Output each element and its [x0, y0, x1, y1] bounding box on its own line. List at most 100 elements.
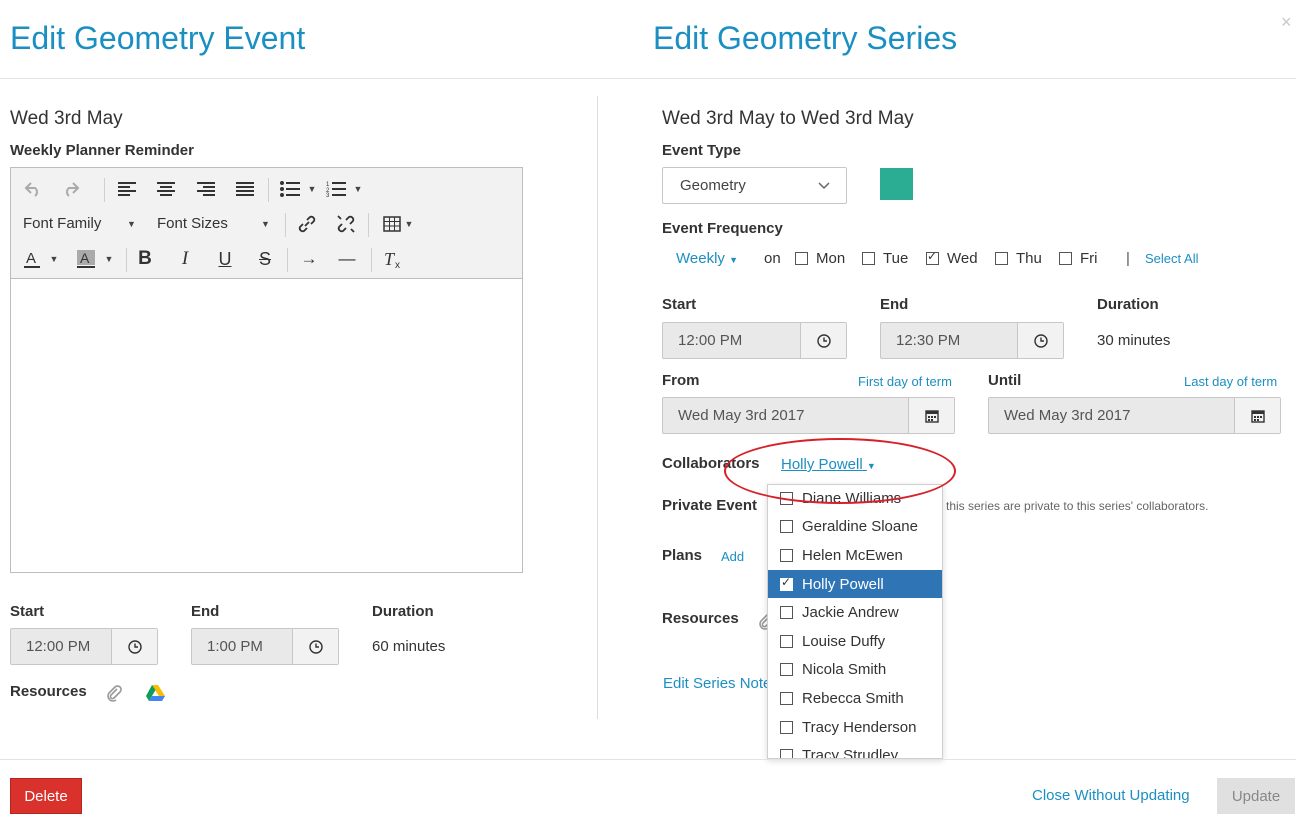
series-start-time-input[interactable]: 12:00 PM: [662, 322, 847, 359]
delete-button[interactable]: Delete: [10, 778, 82, 814]
series-end-time-value[interactable]: 12:30 PM: [881, 323, 1017, 358]
from-date-input[interactable]: Wed May 3rd 2017: [662, 397, 955, 434]
end-time-input[interactable]: 1:00 PM: [191, 628, 339, 665]
font-sizes-dropdown[interactable]: Font Sizes: [157, 215, 228, 232]
day-checkbox-mon[interactable]: Mon: [795, 250, 845, 267]
unlink-icon[interactable]: [335, 212, 357, 236]
start-label: Start: [10, 603, 45, 620]
close-icon[interactable]: ×: [1281, 12, 1292, 33]
collaborator-option[interactable]: Helen McEwen: [768, 541, 942, 570]
from-date-value[interactable]: Wed May 3rd 2017: [663, 398, 908, 433]
event-frequency-label: Event Frequency: [662, 220, 783, 237]
clock-icon[interactable]: [1017, 323, 1063, 358]
clock-icon[interactable]: [800, 323, 846, 358]
horizontal-rule-icon[interactable]: —: [337, 247, 357, 271]
align-justify-icon[interactable]: [235, 177, 255, 201]
bullet-list-icon[interactable]: ▼: [277, 177, 319, 201]
checkbox[interactable]: [780, 663, 793, 677]
chevron-down-icon: [818, 168, 830, 203]
end-time-value[interactable]: 1:00 PM: [192, 629, 292, 664]
clear-format-icon[interactable]: Tx: [382, 247, 404, 271]
clock-icon[interactable]: [292, 629, 338, 664]
duration-value: 60 minutes: [372, 638, 446, 655]
checkbox[interactable]: [780, 720, 793, 734]
collaborator-option[interactable]: Geraldine Sloane: [768, 513, 942, 542]
undo-icon[interactable]: [23, 177, 43, 201]
checkbox[interactable]: [862, 252, 875, 265]
checkbox[interactable]: [780, 520, 793, 534]
close-without-updating-button[interactable]: Close Without Updating: [1032, 787, 1190, 804]
footer-divider: [0, 759, 1296, 760]
day-checkbox-fri[interactable]: Fri: [1059, 250, 1098, 267]
collaborator-option[interactable]: Jackie Andrew: [768, 598, 942, 627]
event-type-color-swatch[interactable]: [880, 168, 913, 200]
series-end-time-input[interactable]: 12:30 PM: [880, 322, 1064, 359]
annotation-ellipse: [724, 438, 956, 504]
resources-label: Resources: [10, 683, 87, 700]
svg-text:A: A: [26, 250, 36, 267]
collaborator-option[interactable]: Louise Duffy: [768, 627, 942, 656]
google-drive-icon[interactable]: [146, 685, 165, 706]
series-start-label: Start: [662, 296, 697, 313]
collaborator-option[interactable]: Tracy Strudley: [768, 741, 942, 758]
until-date-input[interactable]: Wed May 3rd 2017: [988, 397, 1281, 434]
collaborator-option[interactable]: Rebecca Smith: [768, 684, 942, 713]
font-family-dropdown[interactable]: Font Family: [23, 215, 101, 232]
calendar-icon[interactable]: [1234, 398, 1280, 433]
checkbox[interactable]: [780, 749, 793, 758]
strikethrough-icon[interactable]: S: [256, 247, 274, 271]
background-color-icon[interactable]: A ▼: [75, 247, 115, 271]
checkbox[interactable]: [780, 634, 793, 648]
numbered-list-icon[interactable]: 123 ▼: [323, 177, 365, 201]
text-color-icon[interactable]: A ▼: [21, 247, 61, 271]
private-event-note: this series are private to this series' …: [946, 499, 1209, 513]
start-time-input[interactable]: 12:00 PM: [10, 628, 158, 665]
first-day-of-term-link[interactable]: First day of term: [858, 374, 952, 389]
frequency-dropdown[interactable]: Weekly ▼: [676, 250, 738, 267]
last-day-of-term-link[interactable]: Last day of term: [1184, 374, 1277, 389]
plans-add-link[interactable]: Add: [721, 549, 744, 564]
checkbox-checked[interactable]: [926, 249, 939, 265]
checkbox[interactable]: [780, 691, 793, 705]
event-type-select[interactable]: Geometry: [662, 167, 847, 204]
day-checkbox-wed[interactable]: Wed: [926, 249, 978, 267]
calendar-icon[interactable]: [908, 398, 954, 433]
day-checkbox-tue[interactable]: Tue: [862, 250, 908, 267]
align-left-icon[interactable]: [117, 177, 137, 201]
collaborator-option[interactable]: Nicola Smith: [768, 656, 942, 685]
collaborators-dropdown-menu[interactable]: Diane Williams Geraldine Sloane Helen Mc…: [767, 484, 943, 759]
underline-icon[interactable]: U: [217, 247, 233, 271]
series-start-time-value[interactable]: 12:00 PM: [663, 323, 800, 358]
checkbox[interactable]: [1059, 252, 1072, 265]
day-checkbox-thu[interactable]: Thu: [995, 250, 1042, 267]
checkbox[interactable]: [780, 606, 793, 620]
collaborator-option-selected[interactable]: Holly Powell: [768, 569, 942, 599]
redo-icon[interactable]: [61, 177, 81, 201]
edit-series-notes-link[interactable]: Edit Series Notes: [663, 675, 779, 692]
indent-arrow-icon[interactable]: →: [299, 247, 319, 271]
checkbox[interactable]: [780, 548, 793, 562]
caret-down-icon: ▼: [729, 255, 738, 265]
collaborator-option[interactable]: Tracy Henderson: [768, 713, 942, 742]
update-button[interactable]: Update: [1217, 778, 1295, 814]
paperclip-icon[interactable]: [105, 684, 123, 706]
checkbox[interactable]: [995, 252, 1008, 265]
table-icon[interactable]: ▼: [380, 212, 416, 236]
svg-text:x: x: [395, 260, 400, 269]
align-center-icon[interactable]: [156, 177, 176, 201]
bold-icon[interactable]: B: [137, 247, 153, 271]
clock-icon[interactable]: [111, 629, 157, 664]
duration-label: Duration: [372, 603, 434, 620]
rich-text-editor: ▼ 123 ▼ Font Family ▼ Font Sizes ▼ ▼ A ▼…: [10, 167, 523, 573]
reminder-label: Weekly Planner Reminder: [10, 142, 194, 159]
italic-icon[interactable]: I: [177, 247, 193, 271]
checkbox-checked[interactable]: [780, 575, 793, 591]
checkbox[interactable]: [795, 252, 808, 265]
link-icon[interactable]: [296, 212, 318, 236]
until-date-value[interactable]: Wed May 3rd 2017: [989, 398, 1234, 433]
start-time-value[interactable]: 12:00 PM: [11, 629, 111, 664]
until-label: Until: [988, 372, 1022, 389]
editor-content-area[interactable]: [11, 280, 522, 572]
select-all-link[interactable]: Select All: [1145, 251, 1198, 266]
align-right-icon[interactable]: [196, 177, 216, 201]
